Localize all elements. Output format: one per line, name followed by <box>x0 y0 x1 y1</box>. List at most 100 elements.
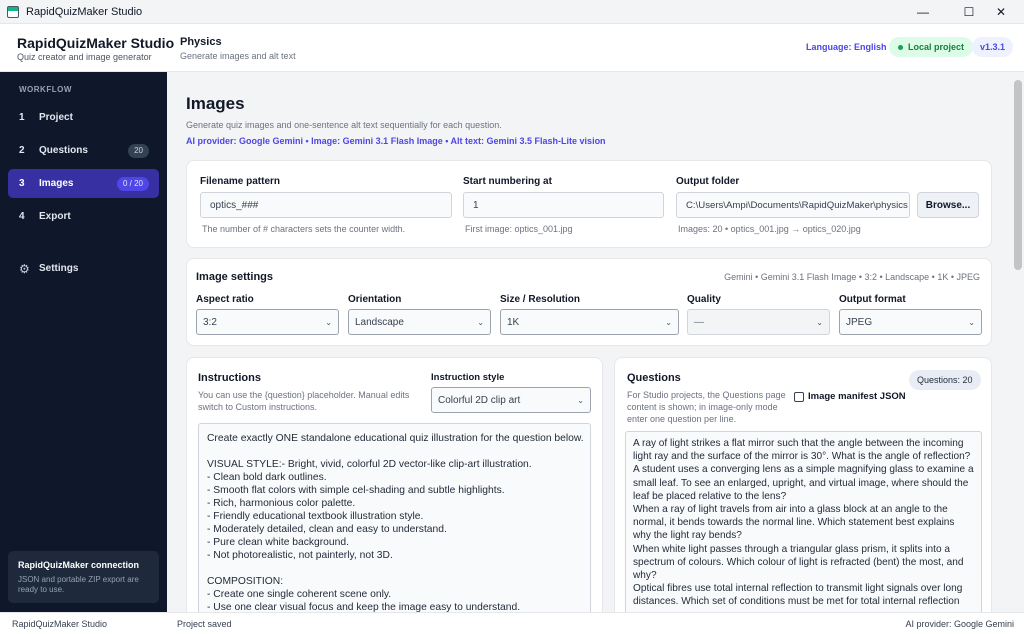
page-title: Images <box>186 94 245 113</box>
browse-button[interactable]: Browse... <box>917 192 979 218</box>
question-line: A ray of light strikes a flat mirror suc… <box>633 438 964 449</box>
image-manifest-checkbox[interactable] <box>794 392 804 402</box>
images-progress-badge: 0 / 20 <box>116 176 149 191</box>
close-button[interactable]: ✕ <box>978 0 1024 24</box>
image-manifest-label: Image manifest JSON <box>808 391 906 402</box>
status-provider: AI provider: Google Gemini <box>905 619 1014 629</box>
filename-pattern-hint: The number of # characters sets the coun… <box>202 224 406 234</box>
instruction-style-select[interactable]: Colorful 2D clip art ⌄ <box>431 387 591 413</box>
local-project-label: Local project <box>908 42 965 52</box>
app-icon <box>7 5 19 18</box>
question-line: A student uses a converging lens as a si… <box>633 464 974 476</box>
window-titlebar: RapidQuizMaker Studio — ☐ ✕ <box>0 0 1024 24</box>
chevron-down-icon: ⌄ <box>816 317 823 327</box>
question-line: spectrum of colours. Which colour of lig… <box>633 556 964 568</box>
start-number-label: Start numbering at <box>463 176 552 187</box>
connection-card: RapidQuizMaker connection JSON and porta… <box>8 551 159 603</box>
app-header: RapidQuizMaker Studio Quiz creator and i… <box>0 24 1024 72</box>
image-settings-card: Image settings Gemini • Gemini 3.1 Flash… <box>186 258 992 346</box>
questions-textarea[interactable]: A ray of light strikes a flat mirror suc… <box>625 431 982 612</box>
question-line: leaf be placed relative to the lens? <box>633 490 787 502</box>
output-format-value: JPEG <box>846 316 873 328</box>
question-line: normal, it bends towards the normal line… <box>633 517 955 529</box>
chevron-down-icon: ⌄ <box>577 395 584 405</box>
output-format-select[interactable]: JPEG ⌄ <box>839 309 982 335</box>
chevron-down-icon: ⌄ <box>968 317 975 327</box>
question-line: light ray and the surface of the mirror … <box>633 451 971 463</box>
gear-icon: ⚙ <box>19 261 30 276</box>
minimize-button[interactable]: — <box>900 0 946 24</box>
sidebar-item-number: 4 <box>19 211 25 222</box>
sidebar-item-questions[interactable]: 2 Questions 20 <box>8 136 159 165</box>
project-subtitle: Generate images and alt text <box>180 51 296 61</box>
instruction-style-label: Instruction style <box>431 372 505 383</box>
sidebar: WORKFLOW 1 Project 2 Questions 20 3 Imag… <box>0 72 167 612</box>
aspect-ratio-value: 3:2 <box>203 316 217 328</box>
sidebar-item-number: 3 <box>19 178 25 189</box>
question-line: When a ray of light travels from air int… <box>633 504 948 516</box>
filename-pattern-input[interactable]: optics_### <box>200 192 452 218</box>
size-resolution-value: 1K <box>507 316 520 328</box>
orientation-select[interactable]: Landscape ⌄ <box>348 309 491 335</box>
sidebar-item-images[interactable]: 3 Images 0 / 20 <box>8 169 159 198</box>
instruction-line <box>207 445 582 458</box>
brand-subtitle: Quiz creator and image generator <box>17 52 152 62</box>
instruction-line: - Friendly educational textbook illustra… <box>207 511 424 522</box>
sidebar-item-label: Images <box>39 178 74 189</box>
chevron-down-icon: ⌄ <box>477 317 484 327</box>
file-naming-card: Filename pattern optics_### The number o… <box>186 160 992 248</box>
question-line: small leaf. To see an enlarged, upright,… <box>633 477 969 489</box>
sidebar-item-export[interactable]: 4 Export <box>8 202 159 231</box>
sidebar-item-settings[interactable]: ⚙ Settings <box>8 254 159 283</box>
chevron-down-icon: ⌄ <box>325 317 332 327</box>
quality-value: — <box>694 316 704 328</box>
instructions-title: Instructions <box>198 372 261 384</box>
image-settings-summary: Gemini • Gemini 3.1 Flash Image • 3:2 • … <box>724 272 980 282</box>
quality-select[interactable]: — ⌄ <box>687 309 830 335</box>
output-folder-label: Output folder <box>676 176 740 187</box>
instruction-line: - Create one single coherent scene only. <box>207 589 392 600</box>
size-resolution-select[interactable]: 1K ⌄ <box>500 309 679 335</box>
page-description: Generate quiz images and one-sentence al… <box>186 120 502 130</box>
language-link[interactable]: Language: English <box>806 42 887 52</box>
output-folder-input[interactable]: C:\Users\Ampi\Documents\RapidQuizMaker\p… <box>676 192 910 218</box>
sidebar-item-project[interactable]: 1 Project <box>8 103 159 132</box>
instruction-line <box>207 562 582 575</box>
instruction-line: - Moderately detailed, clean and easy to… <box>207 524 447 535</box>
orientation-value: Landscape <box>355 316 404 328</box>
connection-title: RapidQuizMaker connection <box>18 560 140 570</box>
instruction-line: - Clean bold dark outlines. <box>207 472 327 483</box>
instruction-line: - Smooth flat colors with simple cel-sha… <box>207 485 505 496</box>
instruction-line: COMPOSITION: <box>207 576 284 587</box>
start-number-hint: First image: optics_001.jpg <box>465 224 573 234</box>
question-line: Optical fibres use total internal reflec… <box>633 583 963 595</box>
sidebar-item-label: Project <box>39 112 73 123</box>
instructions-card: Instructions You can use the {question} … <box>186 357 603 612</box>
status-bar: RapidQuizMaker Studio Project saved AI p… <box>0 612 1024 634</box>
question-line: why the light ray bends? <box>633 530 742 542</box>
instruction-line: VISUAL STYLE:- Bright, vivid, colorful 2… <box>207 459 532 470</box>
orientation-label: Orientation <box>348 294 402 305</box>
question-line: When white light passes through a triang… <box>633 543 950 555</box>
sidebar-item-label: Settings <box>39 263 79 274</box>
sidebar-item-number: 2 <box>19 145 25 156</box>
sidebar-item-number: 1 <box>19 112 25 123</box>
status-app-name: RapidQuizMaker Studio <box>12 619 108 629</box>
instruction-line: - Not photorealistic, not painterly, not… <box>207 550 393 561</box>
status-dot-icon <box>898 44 903 50</box>
filename-pattern-label: Filename pattern <box>200 176 281 187</box>
aspect-ratio-select[interactable]: 3:2 ⌄ <box>196 309 339 335</box>
main-scrollbar-thumb[interactable] <box>1014 80 1022 270</box>
aspect-ratio-label: Aspect ratio <box>196 294 254 305</box>
questions-title: Questions <box>627 372 681 384</box>
project-title: Physics <box>180 36 222 48</box>
output-folder-hint: Images: 20 • optics_001.jpg → optics_020… <box>678 224 861 234</box>
instructions-textarea[interactable]: Create exactly ONE standalone educationa… <box>198 423 591 612</box>
questions-count-badge: 20 <box>128 143 149 158</box>
quality-label: Quality <box>687 294 721 305</box>
version-badge: v1.3.1 <box>972 37 1014 57</box>
status-message: Project saved <box>177 619 232 629</box>
provider-info: AI provider: Google Gemini • Image: Gemi… <box>186 136 606 146</box>
instruction-style-value: Colorful 2D clip art <box>438 394 521 406</box>
start-number-input[interactable]: 1 <box>463 192 664 218</box>
